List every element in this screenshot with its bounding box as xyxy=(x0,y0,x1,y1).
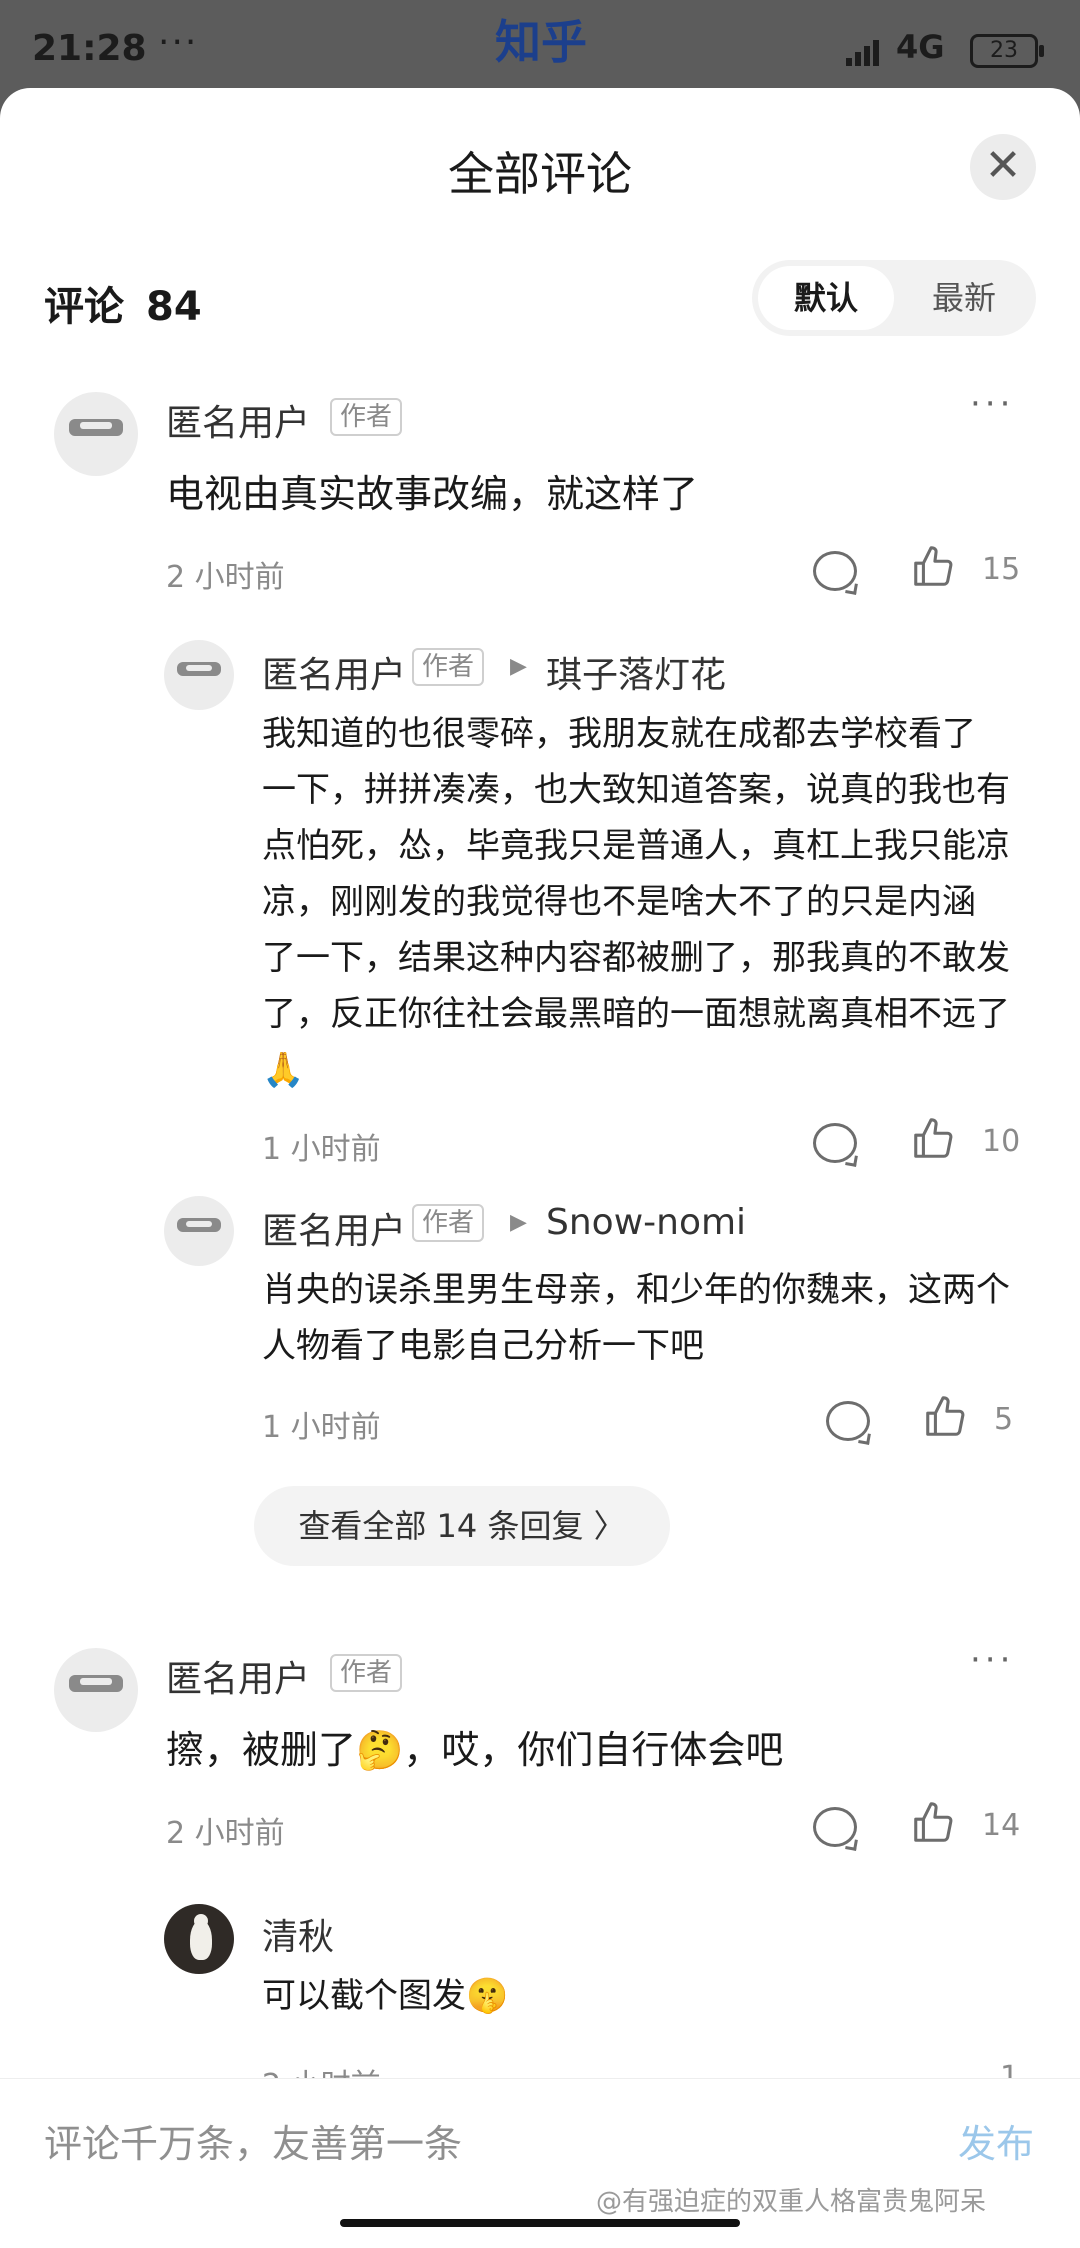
author-badge: 作者 xyxy=(330,1654,403,1692)
username[interactable]: 匿名用户 xyxy=(262,1202,406,1254)
avatar[interactable] xyxy=(54,1648,138,1732)
reply-content: 肖央的误杀里男生母亲，和少年的你魏来，这两个 人物看了电影自己分析一下吧 xyxy=(262,1270,1010,1366)
reply-icon[interactable] xyxy=(813,551,857,591)
reply-content: 可以截个图发🤫 xyxy=(262,1976,509,2016)
sort-toggle: 默认 最新 xyxy=(752,260,1036,336)
home-indicator[interactable] xyxy=(340,2219,740,2227)
status-bar: 21:28 ··· 知乎 4G 23 xyxy=(0,0,1080,100)
avatar[interactable] xyxy=(54,392,138,476)
username[interactable]: 清秋 xyxy=(262,1908,334,1960)
reply-icon[interactable] xyxy=(826,1401,870,1441)
more-options-icon[interactable]: ··· xyxy=(970,1640,1014,1680)
battery-icon: 23 xyxy=(970,34,1044,68)
avatar[interactable] xyxy=(164,640,234,710)
like-icon[interactable] xyxy=(910,1116,956,1162)
username[interactable]: 匿名用户 xyxy=(262,646,406,698)
watermark: @有强迫症的双重人格富贵鬼阿呆 xyxy=(596,2187,987,2217)
sort-newest-button[interactable]: 最新 xyxy=(896,266,1032,330)
app-name: 知乎 xyxy=(495,15,587,69)
sheet-title: 全部评论 xyxy=(448,147,632,201)
comment-content: 擦，被删了🤔，哎，你们自行体会吧 xyxy=(166,1728,784,1772)
comment-time: 2 小时前 xyxy=(166,1816,285,1851)
comment-count-label: 评论 xyxy=(44,284,124,330)
comment-input[interactable]: 评论千万条，友善第一条 xyxy=(44,2113,462,2168)
network-type: 4G xyxy=(896,28,945,66)
publish-button[interactable]: 发布 xyxy=(958,2113,1034,2168)
like-count: 14 xyxy=(982,1808,1021,1843)
username[interactable]: 匿名用户 xyxy=(166,1650,310,1702)
username[interactable]: 匿名用户 xyxy=(166,394,310,446)
signal-icon xyxy=(846,36,886,66)
author-badge: 作者 xyxy=(330,398,403,436)
comment-count: 84 xyxy=(146,284,202,330)
comment-content: 电视由真实故事改编，就这样了 xyxy=(166,472,699,516)
comment-time: 2 小时前 xyxy=(166,560,285,595)
author-badge: 作者 xyxy=(412,1204,485,1242)
close-button[interactable]: ✕ xyxy=(970,134,1036,200)
comments-sheet: 全部评论 ✕ 评论 84 默认 最新 匿名用户 作者 ··· 电视由真实故事改编，… xyxy=(0,88,1080,2248)
view-all-replies-button[interactable]: 查看全部 14 条回复 〉 xyxy=(254,1486,670,1566)
like-count: 10 xyxy=(982,1124,1021,1159)
status-dots: ··· xyxy=(158,22,199,63)
reply-time: 1 小时前 xyxy=(262,1410,381,1445)
reply-to-user[interactable]: Snow-nomi xyxy=(546,1202,746,1243)
like-icon[interactable] xyxy=(922,1394,968,1440)
reply-content: 我知道的也很零碎，我朋友就在成都去学校看了 一下，拼拼凑凑，也大致知道答案，说真… xyxy=(262,714,1010,1090)
author-badge: 作者 xyxy=(412,648,485,686)
comment-count-row: 评论 84 xyxy=(44,274,202,332)
like-icon[interactable] xyxy=(910,544,956,590)
reply-to-user[interactable]: 琪子落灯花 xyxy=(546,646,726,698)
reply-time: 1 小时前 xyxy=(262,1132,381,1167)
sort-default-button[interactable]: 默认 xyxy=(758,266,894,330)
avatar[interactable] xyxy=(164,1196,234,1266)
reply-arrow-icon: ▶ xyxy=(510,1210,527,1235)
more-options-icon[interactable]: ··· xyxy=(970,384,1014,424)
like-count: 15 xyxy=(982,552,1021,587)
reply-arrow-icon: ▶ xyxy=(510,654,527,679)
avatar[interactable] xyxy=(164,1904,234,1974)
status-time: 21:28 xyxy=(32,28,147,69)
like-count: 5 xyxy=(994,1402,1014,1437)
reply-icon[interactable] xyxy=(813,1123,857,1163)
like-icon[interactable] xyxy=(910,1800,956,1846)
reply-icon[interactable] xyxy=(813,1807,857,1847)
comment-input-bar: 评论千万条，友善第一条 发布 @有强迫症的双重人格富贵鬼阿呆 xyxy=(0,2078,1080,2248)
